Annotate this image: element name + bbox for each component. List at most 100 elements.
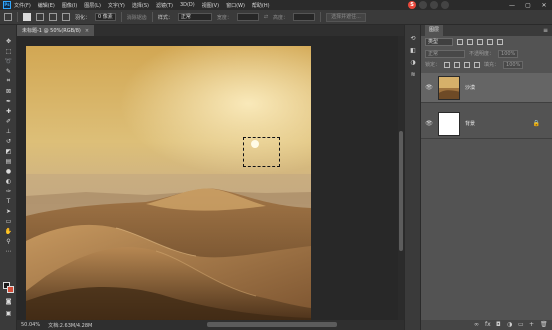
document-tab[interactable]: 未标题-1 @ 50%(RGB/8) × — [17, 25, 95, 36]
lock-transparent-icon[interactable] — [444, 61, 451, 68]
zoom-level[interactable]: 50.04% — [21, 322, 40, 328]
brush-tool-icon[interactable]: ✐ — [4, 117, 13, 125]
pixel-filter-icon[interactable] — [457, 39, 463, 45]
feather-input[interactable]: 0 像素 — [95, 13, 116, 21]
menu-filter[interactable]: 滤镜(T) — [156, 2, 173, 9]
new-selection-icon[interactable] — [23, 13, 31, 21]
layer-row-desert[interactable]: 👁 沙漠 — [421, 73, 552, 103]
minimize-button[interactable]: — — [504, 0, 520, 10]
subtract-selection-icon[interactable] — [49, 13, 57, 21]
desert-thumbnail-image — [439, 76, 459, 99]
delete-layer-icon[interactable]: 🗑 — [540, 322, 548, 328]
menu-view[interactable]: 视图(V) — [202, 2, 219, 9]
eraser-tool-icon[interactable]: ◩ — [4, 147, 13, 155]
add-to-selection-icon[interactable] — [36, 13, 44, 21]
background-color-swatch[interactable] — [7, 286, 14, 293]
swap-icon[interactable]: ⇄ — [264, 14, 268, 20]
blend-mode-select[interactable]: 正常 — [425, 49, 465, 58]
screen-mode-icon[interactable]: ▣ — [4, 309, 13, 317]
clone-stamp-tool-icon[interactable]: ⊥ — [4, 127, 13, 135]
antialias-checkbox[interactable]: 消除锯齿 — [127, 14, 147, 21]
healing-brush-tool-icon[interactable]: ✚ — [4, 107, 13, 115]
close-tab-icon[interactable]: × — [85, 28, 89, 34]
maximize-button[interactable]: ▢ — [520, 0, 536, 10]
gradient-tool-icon[interactable]: ▤ — [4, 157, 13, 165]
tray-icon[interactable] — [430, 1, 438, 9]
type-tool-icon[interactable]: T — [4, 197, 13, 205]
zoom-tool-icon[interactable]: ⚲ — [4, 237, 13, 245]
new-group-icon[interactable]: ▭ — [518, 322, 524, 328]
options-bar: 羽化： 0 像素 消除锯齿 样式： 正常 宽度： ⇄ 高度： 选择并遮住... — [0, 10, 552, 25]
document-size-info[interactable]: 文档:2.63M/4.28M — [48, 322, 92, 329]
pen-tool-icon[interactable]: ✑ — [4, 187, 13, 195]
crop-tool-icon[interactable]: ⌗ — [4, 77, 13, 85]
canvas-area[interactable] — [17, 36, 404, 320]
channels-panel-icon[interactable]: ≋ — [409, 71, 417, 79]
tab-layers[interactable]: 图层 — [425, 25, 444, 36]
shape-filter-icon[interactable] — [487, 39, 493, 45]
adjustment-layer-icon[interactable]: ◑ — [507, 322, 513, 328]
adjustments-panel-icon[interactable]: ◑ — [409, 59, 417, 67]
layer-name[interactable]: 沙漠 — [465, 84, 475, 91]
link-layers-icon[interactable]: ∞ — [474, 322, 480, 328]
layer-style-icon[interactable]: fx — [485, 322, 491, 328]
eyedropper-tool-icon[interactable]: ✒ — [4, 97, 13, 105]
blur-tool-icon[interactable]: ● — [4, 167, 13, 175]
quick-selection-tool-icon[interactable]: ✎ — [4, 67, 13, 75]
style-select[interactable]: 正常 — [177, 13, 212, 21]
hand-tool-icon[interactable]: ✋ — [4, 227, 13, 235]
horizontal-scroll-thumb[interactable] — [207, 322, 337, 327]
menu-file[interactable]: 文件(F) — [14, 2, 31, 9]
edit-toolbar-icon[interactable]: ⋯ — [4, 247, 13, 255]
adjustment-filter-icon[interactable] — [467, 39, 473, 45]
new-layer-icon[interactable]: + — [529, 322, 535, 328]
rectangle-tool-icon[interactable]: ▭ — [4, 217, 13, 225]
rectangular-selection[interactable] — [243, 137, 280, 167]
menu-select[interactable]: 选择(S) — [132, 2, 149, 9]
menu-window[interactable]: 窗口(W) — [226, 2, 245, 9]
marquee-tool-preset-icon[interactable] — [4, 13, 12, 21]
select-and-mask-button[interactable]: 选择并遮住... — [326, 12, 366, 22]
layer-row-background[interactable]: 👁 背景 🔒 — [421, 109, 552, 139]
add-mask-icon[interactable]: ◘ — [496, 322, 502, 328]
tray-icon[interactable] — [441, 1, 449, 9]
vertical-scroll-thumb[interactable] — [399, 131, 403, 251]
properties-panel-icon[interactable]: ◧ — [409, 47, 417, 55]
menu-edit[interactable]: 编辑(E) — [38, 2, 55, 9]
lock-image-icon[interactable] — [454, 61, 461, 68]
document-canvas[interactable] — [26, 46, 311, 320]
intersect-selection-icon[interactable] — [62, 13, 70, 21]
layer-filter-select[interactable]: 类型 — [425, 38, 453, 46]
type-filter-icon[interactable] — [477, 39, 483, 45]
menu-help[interactable]: 帮助(H) — [252, 2, 270, 9]
frame-tool-icon[interactable]: ⊠ — [4, 87, 13, 95]
menu-image[interactable]: 图像(I) — [62, 2, 77, 9]
move-tool-icon[interactable]: ✥ — [4, 37, 13, 45]
menu-type[interactable]: 文字(Y) — [108, 2, 125, 9]
menu-layer[interactable]: 图层(L) — [84, 2, 101, 9]
layer-lock-icon[interactable]: 🔒 — [533, 120, 540, 127]
lock-all-icon[interactable] — [474, 61, 481, 68]
close-button[interactable]: ✕ — [536, 0, 552, 10]
rectangular-marquee-tool-icon[interactable]: ⬚ — [4, 47, 13, 55]
path-selection-tool-icon[interactable]: ➤ — [4, 207, 13, 215]
input-method-icon[interactable]: S — [408, 1, 416, 9]
lock-position-icon[interactable] — [464, 61, 471, 68]
tray-icon[interactable] — [419, 1, 427, 9]
history-panel-icon[interactable]: ⟲ — [409, 35, 417, 43]
visibility-eye-icon[interactable]: 👁 — [424, 120, 434, 127]
width-input[interactable] — [236, 13, 259, 21]
height-input[interactable] — [293, 13, 316, 21]
lasso-tool-icon[interactable]: ➰ — [4, 57, 13, 65]
opacity-input[interactable]: 100% — [498, 49, 519, 58]
quick-mask-icon[interactable]: ◙ — [4, 297, 13, 305]
visibility-eye-icon[interactable]: 👁 — [424, 84, 434, 91]
history-brush-tool-icon[interactable]: ↺ — [4, 137, 13, 145]
menu-3d[interactable]: 3D(D) — [180, 2, 195, 8]
fill-input[interactable]: 100% — [503, 60, 524, 69]
smart-object-filter-icon[interactable] — [497, 39, 503, 45]
panel-menu-icon[interactable]: ≡ — [543, 27, 548, 34]
dodge-tool-icon[interactable]: ◐ — [4, 177, 13, 185]
window-controls: — ▢ ✕ — [504, 0, 552, 10]
layer-name[interactable]: 背景 — [465, 120, 475, 127]
